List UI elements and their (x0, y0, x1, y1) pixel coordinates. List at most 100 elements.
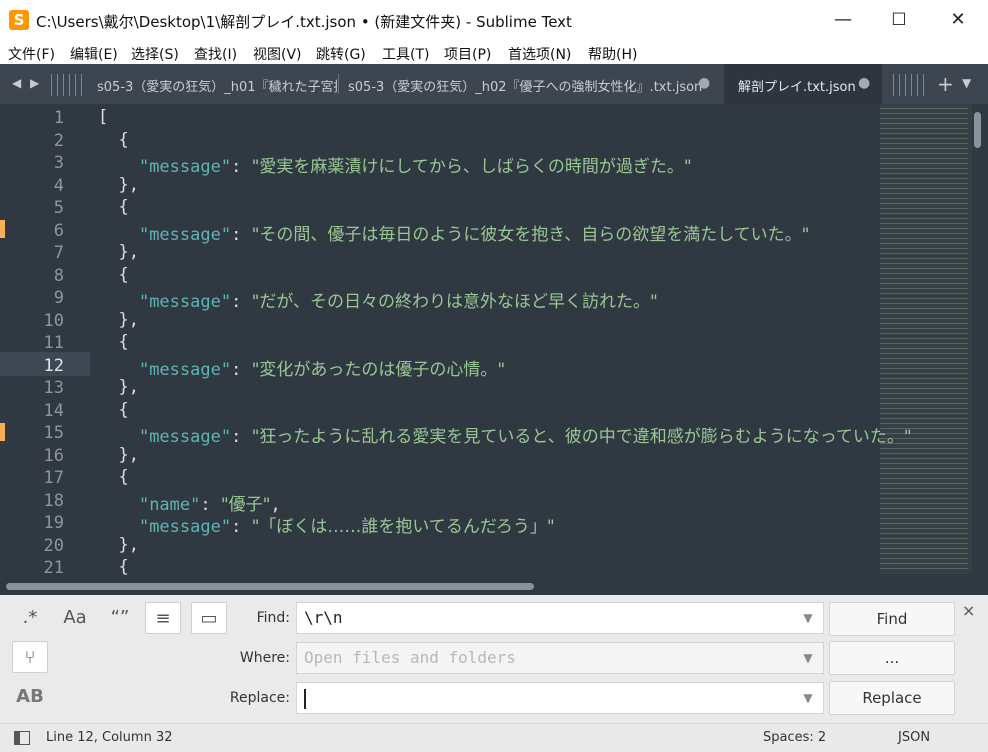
vertical-scroll-thumb[interactable] (974, 112, 981, 148)
close-button[interactable]: ✕ (929, 0, 987, 40)
editor-pane[interactable]: 1 2 3 4 5 6 7 8 9 10 11 12 13 14 15 16 17 18 19 20 21 [ { "m… (0, 104, 988, 579)
line-number: 12 (43, 355, 64, 376)
where-label: Where: (239, 650, 290, 666)
whole-word-toggle-button[interactable]: “” (102, 602, 138, 634)
line-number: 4 (53, 175, 64, 196)
code-line: }, (98, 535, 138, 557)
line-number: 3 (53, 153, 64, 173)
bracket: { (118, 197, 129, 217)
bracket: }, (118, 242, 139, 262)
json-string-value: "その間、優子は毎日のように彼女を抱き、自らの欲望を満たしていた。" (251, 224, 810, 245)
where-options-button[interactable]: ... (829, 641, 955, 675)
line-number: 20 (43, 535, 64, 556)
bracket: [ (98, 107, 109, 127)
horizontal-scroll-thumb[interactable] (6, 583, 534, 590)
code-line: "name": "優子", (98, 490, 281, 515)
replace-input[interactable] (296, 682, 824, 714)
horizontal-scrollbar[interactable] (0, 579, 988, 595)
replace-button[interactable]: Replace (829, 681, 955, 715)
tab-active-file[interactable]: 解剖プレイ.txt.json ● (724, 64, 882, 104)
tab-label: 解剖プレイ.txt.json (738, 80, 856, 95)
menu-edit[interactable]: 编辑(E) (70, 44, 118, 64)
minimize-button[interactable]: — (814, 0, 872, 40)
find-button[interactable]: Find (829, 602, 955, 636)
replace-history-dropdown-icon[interactable]: ▼ (800, 682, 816, 714)
menu-project[interactable]: 项目(P) (444, 44, 491, 64)
find-history-dropdown-icon[interactable]: ▼ (800, 602, 816, 634)
unsaved-dot-icon[interactable]: ● (858, 75, 870, 91)
code-line: "message": "だが、その日々の終わりは意外なほど早く訪れた。" (98, 287, 658, 312)
new-tab-icon[interactable]: + (937, 72, 954, 96)
colon: : (231, 292, 252, 312)
tab-scroll-left-icon[interactable]: ◀ (12, 76, 21, 90)
where-input[interactable]: Open files and folders (296, 642, 824, 674)
json-key: "message" (138, 427, 232, 447)
line-number: 11 (43, 333, 64, 353)
menu-view[interactable]: 视图(V) (253, 44, 302, 64)
menu-find[interactable]: 查找(I) (194, 44, 237, 64)
find-label: Find: (256, 610, 290, 626)
tab-scroll-right-icon[interactable]: ▶ (30, 76, 39, 90)
code-line: { (98, 332, 128, 354)
indentation-status[interactable]: Spaces: 2 (763, 730, 826, 745)
find-replace-panel: .* Aa “” ≡ ▭ ⑂ AB Find: \r\n ▼ Find Wher… (0, 595, 988, 723)
line-number: 2 (53, 130, 64, 151)
text-cursor (304, 688, 306, 709)
find-input[interactable]: \r\n (296, 602, 824, 634)
use-buffer-toggle-button[interactable]: ⑂ (12, 641, 48, 673)
bracket: { (118, 557, 129, 577)
line-number: 17 (43, 468, 64, 488)
menu-preferences[interactable]: 首选项(N) (508, 44, 571, 64)
case-sensitive-toggle-button[interactable]: Aa (57, 602, 93, 634)
bracket: }, (118, 309, 139, 330)
tab-h01[interactable]: s05-3（愛実の狂気）_h01『穢れた子宮捕 (91, 64, 337, 104)
bracket: { (118, 264, 129, 285)
regex-toggle-button[interactable]: .* (12, 602, 48, 634)
menu-file[interactable]: 文件(F) (8, 44, 55, 64)
tab-h02[interactable]: s05-3（愛実の狂気）_h02『優子への強制女性化』.txt.json ● (342, 64, 722, 104)
bracket: { (118, 399, 129, 420)
wrap-toggle-button[interactable]: ≡ (145, 602, 181, 634)
line-number: 14 (43, 400, 64, 421)
tab-overflow-grip (51, 74, 87, 96)
tab-menu-icon[interactable]: ▼ (962, 76, 971, 90)
line-number: 16 (43, 445, 64, 466)
maximize-button[interactable]: ☐ (870, 0, 928, 40)
colon: : (231, 224, 252, 245)
code-line: "message": "変化があったのは優子の心情。" (98, 355, 506, 380)
json-string-value: "狂ったように乱れる愛実を見ていると、彼の中で違和感が膨らむようになっていた。" (251, 427, 912, 447)
minimap[interactable] (880, 108, 968, 573)
unsaved-dot-icon[interactable]: ● (698, 75, 710, 91)
menu-help[interactable]: 帮助(H) (588, 44, 637, 64)
menu-selection[interactable]: 选择(S) (131, 44, 179, 64)
sidebar-toggle-icon[interactable] (14, 731, 30, 745)
code-line: "message": "狂ったように乱れる愛実を見ていると、彼の中で違和感が膨ら… (98, 422, 912, 447)
bracket: { (118, 467, 129, 487)
status-bar: Line 12, Column 32 Spaces: 2 JSON (0, 723, 988, 752)
tab-label: s05-3（愛実の狂気）_h02『優子への強制女性化』.txt.json (348, 80, 703, 95)
line-number: 7 (53, 243, 64, 263)
bracket: }, (118, 174, 139, 195)
preserve-case-toggle-button[interactable]: AB (12, 681, 48, 713)
where-history-dropdown-icon[interactable]: ▼ (800, 642, 816, 674)
line-number: 18 (43, 490, 64, 511)
colon: : (231, 359, 252, 380)
vertical-scrollbar[interactable] (972, 110, 982, 570)
line-number: 5 (53, 198, 64, 218)
line-number: 1 (53, 108, 64, 128)
json-string-value: "変化があったのは優子の心情。" (251, 359, 506, 380)
code-line: "message": "愛実を麻薬漬けにしてから、しばらくの時間が過ぎた。" (98, 152, 692, 177)
syntax-status[interactable]: JSON (898, 730, 930, 745)
menu-goto[interactable]: 跳转(G) (316, 44, 366, 64)
close-find-panel-icon[interactable]: × (962, 601, 975, 620)
menu-tools[interactable]: 工具(T) (382, 44, 429, 64)
line-number: 10 (43, 310, 64, 331)
